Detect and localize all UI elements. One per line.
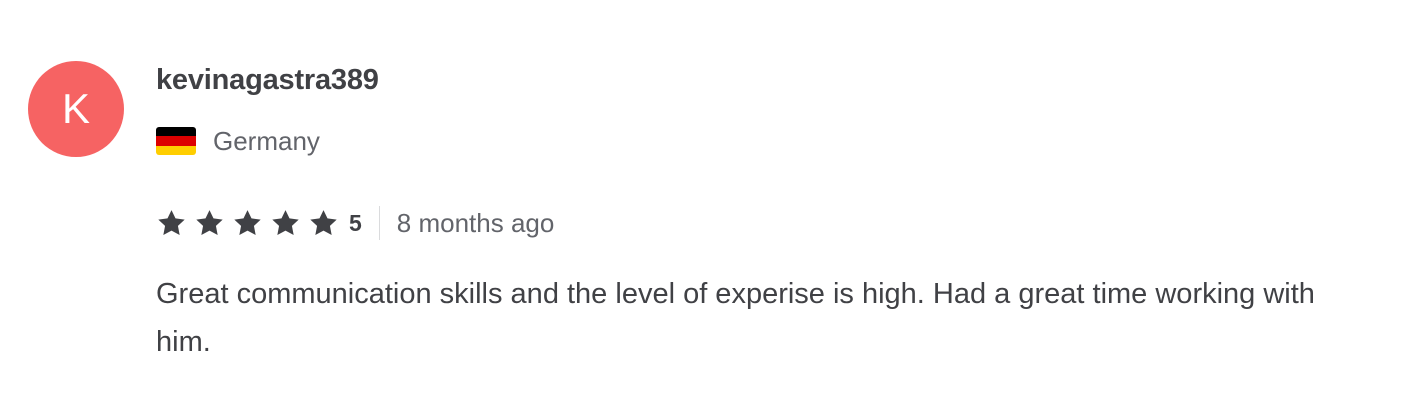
review-card: K kevinagastra389 Germany 5 8 months ago…	[0, 0, 1408, 412]
star-icon	[158, 209, 185, 235]
star-icon	[272, 209, 299, 235]
star-icon	[196, 209, 223, 235]
review-text: Great communication skills and the level…	[156, 278, 1315, 358]
germany-flag-icon	[156, 127, 196, 155]
review-time: 8 months ago	[396, 208, 555, 238]
flag-band-gold	[156, 145, 196, 155]
divider	[378, 206, 380, 240]
country-name: Germany	[213, 126, 320, 156]
rating-row: 5 8 months ago	[156, 204, 554, 242]
star-icon	[234, 209, 261, 235]
avatar[interactable]: K	[28, 61, 124, 157]
flag-band-black	[156, 127, 196, 137]
star-icon	[310, 209, 337, 235]
reviewer-country: Germany	[156, 124, 320, 158]
rating-score: 5	[349, 210, 362, 236]
star-rating	[156, 208, 339, 239]
reviewer-username[interactable]: kevinagastra389	[156, 62, 379, 98]
flag-band-red	[156, 136, 196, 146]
avatar-initial: K	[61, 85, 90, 132]
